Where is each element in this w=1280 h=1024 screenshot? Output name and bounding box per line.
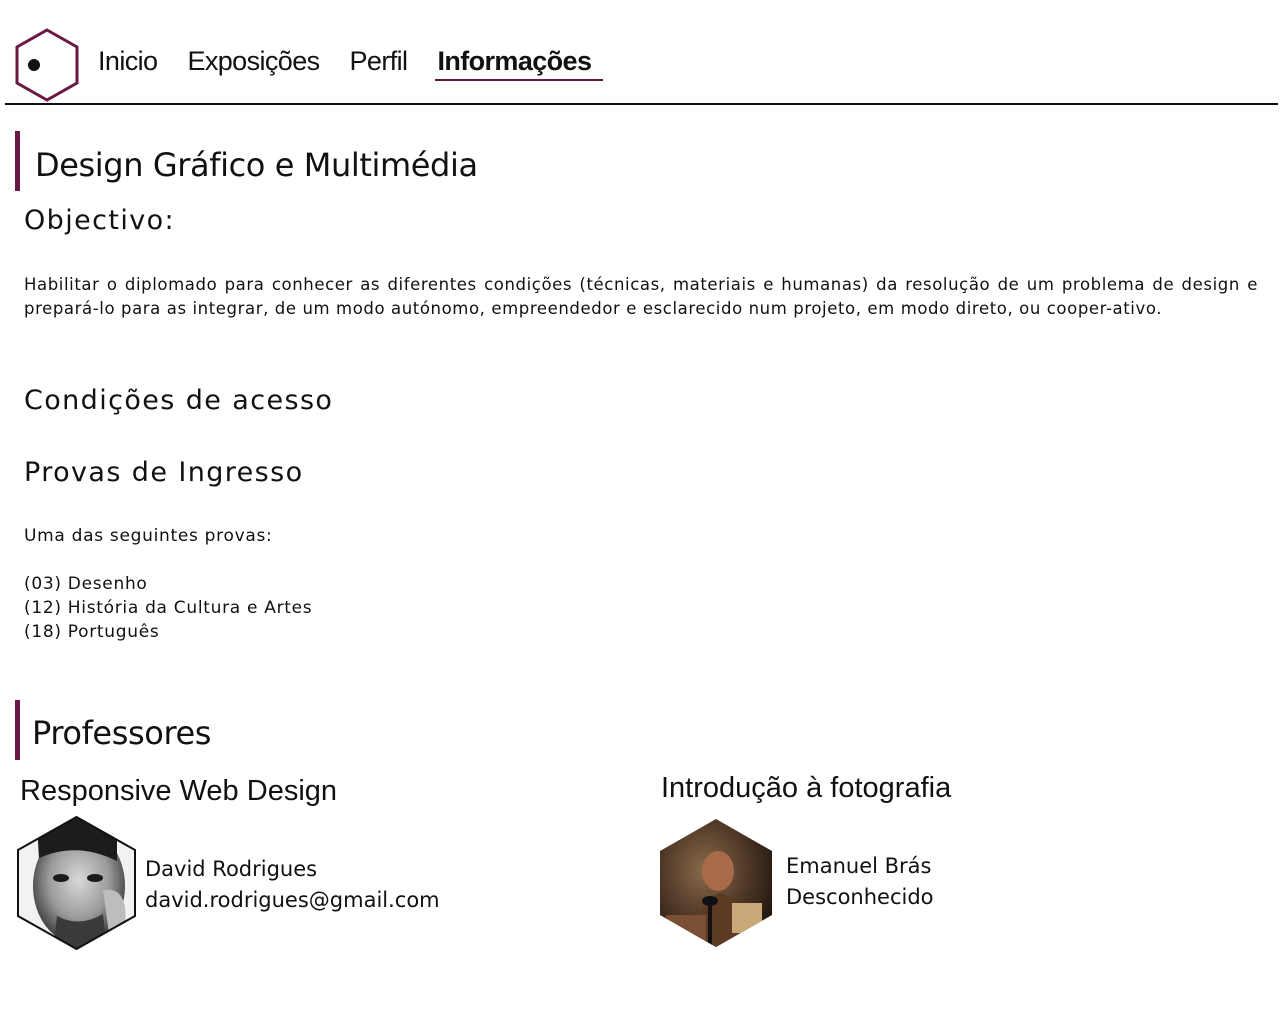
exam-item: (03) Desenho [24, 574, 148, 594]
professor-contact: Desconhecido [786, 885, 934, 909]
header-divider [5, 103, 1278, 105]
objective-heading: Objectivo: [24, 205, 176, 236]
nav-item-exposicoes[interactable]: Exposições [185, 46, 321, 79]
exams-intro: Uma das seguintes provas: [24, 526, 273, 546]
exams-heading: Provas de Ingresso [24, 457, 304, 488]
professor-avatar [660, 819, 772, 947]
professor-avatar [17, 816, 136, 950]
nav-item-inicio[interactable]: Inicio [96, 46, 159, 79]
logo-hexagon-icon[interactable] [15, 28, 79, 102]
nav-item-perfil[interactable]: Perfil [348, 46, 410, 79]
professor-email-link[interactable]: david.rodrigues@gmail.com [145, 885, 440, 916]
professor-course-title: Responsive Web Design [20, 775, 338, 807]
exam-item: (12) História da Cultura e Artes [24, 598, 313, 618]
professor-course-title: Introdução à fotografia [661, 772, 952, 804]
access-heading: Condições de acesso [24, 385, 334, 416]
site-header: Inicio Exposições Perfil Informações [0, 0, 1280, 106]
nav-item-informacoes[interactable]: Informações [435, 46, 604, 81]
professor-name: Emanuel Brás [786, 854, 932, 878]
exam-item: (18) Português [24, 622, 160, 642]
section-accent-bar [15, 700, 20, 760]
professor-info: David Rodrigues david.rodrigues@gmail.co… [145, 854, 440, 916]
professors-title: Professores [32, 714, 212, 752]
professor-info: Emanuel Brás Desconhecido [786, 851, 934, 913]
main-nav: Inicio Exposições Perfil Informações [96, 46, 629, 81]
professor-name: David Rodrigues [145, 857, 318, 881]
objective-text: Habilitar o diplomado para conhecer as d… [24, 275, 1258, 318]
course-title: Design Gráfico e Multimédia [35, 146, 478, 184]
section-accent-bar [15, 131, 20, 191]
